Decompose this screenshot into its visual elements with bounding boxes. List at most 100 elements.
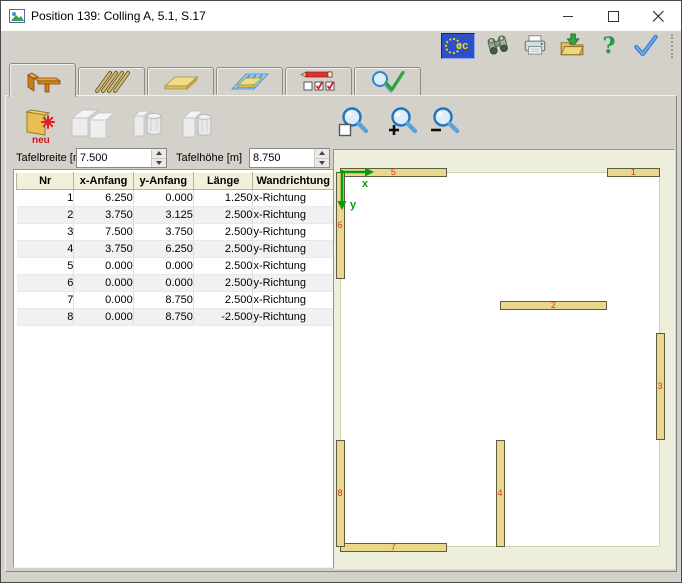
tab-verification[interactable] xyxy=(354,67,421,95)
spin-up-button[interactable] xyxy=(315,149,329,159)
print-button[interactable] xyxy=(521,33,549,59)
spin-up-icon xyxy=(319,151,325,155)
close-icon xyxy=(653,11,664,22)
zoom-out-button[interactable] xyxy=(428,106,460,140)
wall-number: 7 xyxy=(391,543,396,552)
toolbar-grip[interactable] xyxy=(671,34,675,58)
window-title: Position 139: Colling A, 5.1, S.17 xyxy=(31,9,546,23)
wall-number: 6 xyxy=(337,221,342,230)
column-header[interactable]: y-Anfang xyxy=(133,173,193,190)
column-header[interactable]: Länge xyxy=(193,173,253,190)
tab-dowels[interactable] xyxy=(78,67,145,95)
eurocode-button[interactable]: ec xyxy=(441,33,475,59)
folder-import-icon xyxy=(559,33,585,59)
main-toolbar: ec xyxy=(1,31,681,61)
table-row[interactable]: 80.0008.750-2.500y-Richtung xyxy=(17,309,334,326)
spin-down-button[interactable] xyxy=(315,159,329,168)
table-cell: y-Richtung xyxy=(253,309,334,326)
table-cell: 5 xyxy=(17,258,74,275)
new-wall-button[interactable]: neu xyxy=(15,106,61,146)
table-row[interactable]: 60.0000.0002.500y-Richtung xyxy=(17,275,334,292)
wall-segment-7[interactable]: 7 xyxy=(340,543,447,552)
wall-segment-6[interactable]: 6 xyxy=(336,172,345,279)
wall-segment-5[interactable]: 5 xyxy=(340,168,447,177)
table-cell: -2.500 xyxy=(193,309,253,326)
wall-segment-4[interactable]: 4 xyxy=(496,440,505,547)
table-cell: 6.250 xyxy=(74,190,133,207)
wall-number: 1 xyxy=(631,168,636,177)
drawing-canvas[interactable]: 12345678 x y xyxy=(333,149,675,569)
table-cell: 0.000 xyxy=(133,275,193,292)
table-cell: 2.500 xyxy=(193,292,253,309)
panel-height-input[interactable] xyxy=(250,149,314,167)
column-header[interactable]: x-Anfang xyxy=(74,173,133,190)
help-button[interactable]: ? xyxy=(595,33,623,59)
confirm-button[interactable] xyxy=(632,33,660,59)
table-row[interactable]: 43.7506.2502.500y-Richtung xyxy=(17,241,334,258)
tab-design-settings[interactable] xyxy=(285,67,352,95)
panel-height-stepper xyxy=(249,148,330,168)
table-cell: 1 xyxy=(17,190,74,207)
table-cell: 7 xyxy=(17,292,74,309)
maximize-button[interactable] xyxy=(591,1,636,31)
panel-width-input[interactable] xyxy=(77,149,151,167)
wall-segments-icon xyxy=(22,68,64,94)
maximize-icon xyxy=(608,11,619,22)
table-cell: 2.500 xyxy=(193,224,253,241)
titlebar: Position 139: Colling A, 5.1, S.17 xyxy=(1,1,681,31)
table-row[interactable]: 37.5003.7502.500y-Richtung xyxy=(17,224,334,241)
column-header[interactable]: Nr xyxy=(17,173,74,190)
tab-panel[interactable] xyxy=(147,67,214,95)
table-row[interactable]: 70.0008.7502.500x-Richtung xyxy=(17,292,334,309)
minimize-button[interactable] xyxy=(546,1,591,31)
panel-height-spinner xyxy=(314,149,329,167)
tab-wall-segments[interactable] xyxy=(9,63,76,97)
wall-number: 2 xyxy=(551,301,556,310)
table-cell: 6.250 xyxy=(133,241,193,258)
wall-segment-1[interactable]: 1 xyxy=(607,168,660,177)
help-icon: ? xyxy=(603,35,616,57)
tab-panel-anchoring[interactable] xyxy=(216,67,283,95)
table-cell: 2.500 xyxy=(193,258,253,275)
wall-segment-2[interactable]: 2 xyxy=(500,301,607,310)
table-row[interactable]: 16.2500.0001.250x-Richtung xyxy=(17,190,334,207)
table-cell: y-Richtung xyxy=(253,224,334,241)
table-row[interactable]: 50.0000.0002.500x-Richtung xyxy=(17,258,334,275)
close-button[interactable] xyxy=(636,1,681,31)
zoom-in-button[interactable] xyxy=(386,106,418,140)
column-header[interactable]: Wandrichtung xyxy=(253,173,334,190)
table-cell: 1.250 xyxy=(193,190,253,207)
verify-icon xyxy=(367,69,409,95)
wall-segment-3[interactable]: 3 xyxy=(656,333,665,440)
spin-down-button[interactable] xyxy=(152,159,166,168)
table-cell: 8 xyxy=(17,309,74,326)
spin-up-button[interactable] xyxy=(152,149,166,159)
table-cell: 2 xyxy=(17,207,74,224)
zoom-window-button[interactable] xyxy=(338,106,370,140)
panel-width-stepper xyxy=(76,148,167,168)
table-cell: x-Richtung xyxy=(253,207,334,224)
app-icon xyxy=(9,9,25,23)
zoom-in-icon xyxy=(386,106,418,140)
table-cell: 3.125 xyxy=(133,207,193,224)
table-cell: 3.750 xyxy=(133,224,193,241)
table-cell: 0.000 xyxy=(74,309,133,326)
table-row[interactable]: 23.7503.1252.500x-Richtung xyxy=(17,207,334,224)
table-cell: 3 xyxy=(17,224,74,241)
delete-all-walls-button[interactable] xyxy=(178,106,218,142)
search-button[interactable] xyxy=(484,33,512,59)
zoom-out-icon xyxy=(428,106,460,140)
new-wall-label: neu xyxy=(32,136,50,146)
delete-wall-button[interactable] xyxy=(130,106,168,142)
wall-number: 4 xyxy=(497,489,502,498)
tab-bar xyxy=(1,61,681,95)
panel-anchoring-icon xyxy=(229,69,271,95)
delete-all-walls-icon xyxy=(178,106,218,142)
panel-icon xyxy=(160,69,202,95)
content-frame: neu xyxy=(5,95,677,572)
eurocode-label: ec xyxy=(456,40,468,52)
wall-segment-8[interactable]: 8 xyxy=(336,440,345,547)
table-cell: y-Richtung xyxy=(253,241,334,258)
copy-wall-button[interactable] xyxy=(66,106,114,142)
open-button[interactable] xyxy=(558,33,586,59)
